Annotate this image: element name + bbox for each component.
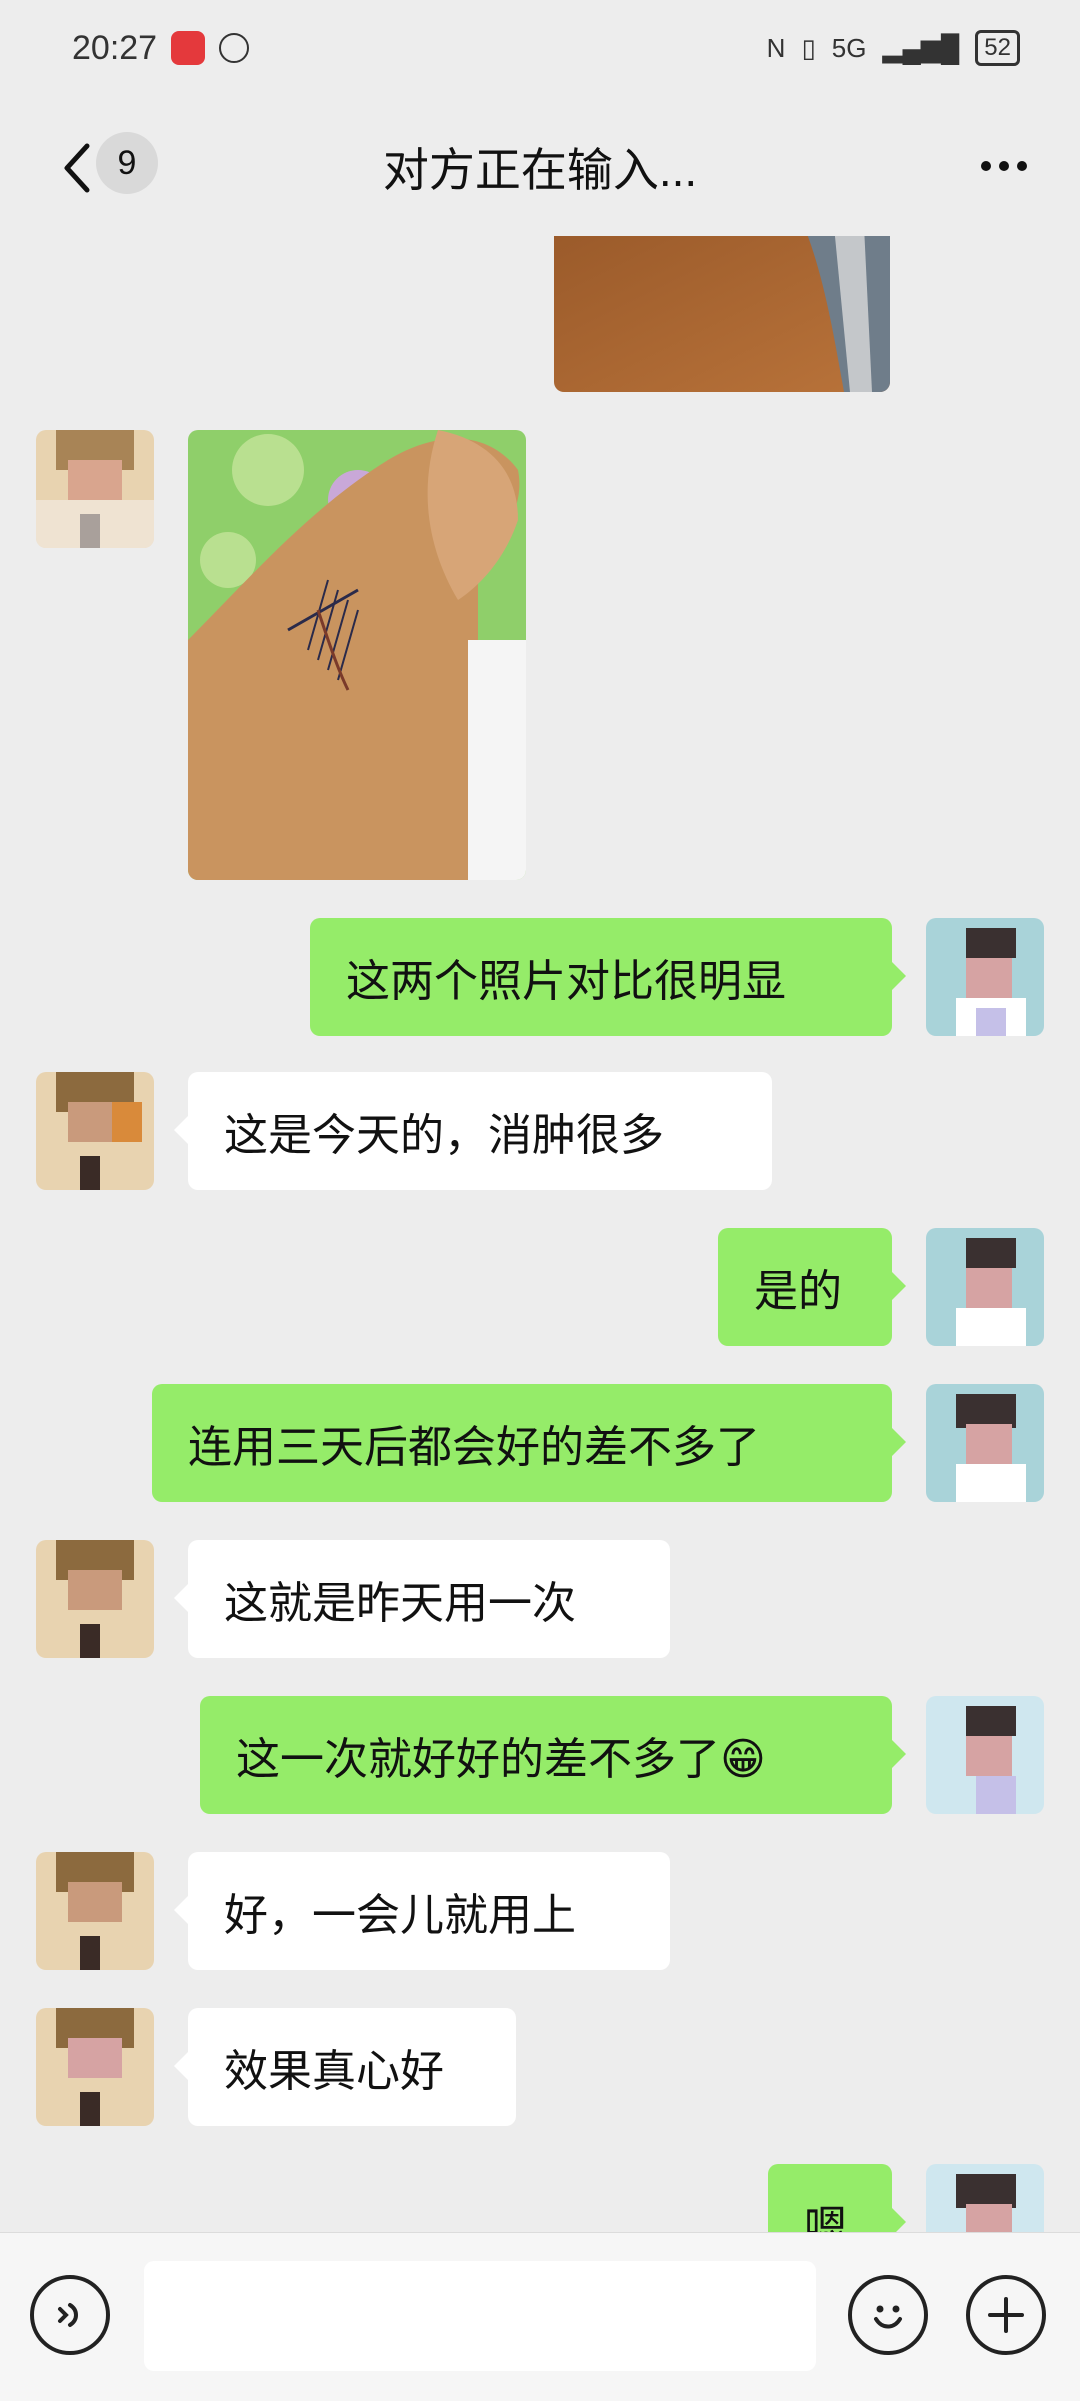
emoji-icon (874, 2305, 902, 2329)
status-bar: 20:27 N ▯ 5G ▂▄▆█ 52 (0, 0, 1080, 96)
my-avatar[interactable] (926, 2164, 1044, 2232)
voice-icon (58, 2303, 78, 2327)
blurred-avatar-image (36, 2008, 154, 2126)
contact-avatar[interactable] (36, 1852, 154, 1970)
nfc-icon: N (766, 32, 786, 63)
message-text: 嗯 (804, 2203, 848, 2232)
incoming-message[interactable]: 这就是昨天用一次 (174, 1540, 670, 1658)
chat-title: 对方正在输入... (382, 144, 698, 196)
message-text: 是的 (754, 1267, 842, 1316)
back-icon (64, 143, 90, 193)
network-label: 5G (831, 32, 867, 63)
contact-avatar[interactable] (36, 2008, 154, 2126)
contact-avatar[interactable] (36, 430, 154, 548)
outgoing-message[interactable]: 嗯 (768, 2164, 906, 2232)
plus-icon (988, 2297, 1024, 2333)
photo-message[interactable] (554, 236, 890, 392)
blurred-avatar-image (926, 1228, 1044, 1346)
my-avatar[interactable] (926, 918, 1044, 1036)
signal-icon: ▂▄▆█ (882, 32, 960, 63)
outgoing-message[interactable]: 这一次就好好的差不多了😁 (200, 1696, 906, 1814)
app-notification-icon (171, 31, 206, 65)
input-bar (0, 2232, 1080, 2401)
foot-stitches-photo (188, 430, 526, 880)
message-text: 好，一会儿就用上 (224, 1891, 576, 1940)
message-text: 效果真心好 (224, 2047, 444, 2096)
status-time: 20:27 (72, 28, 158, 67)
message-text: 这一次就好好的差不多了😁 (236, 1735, 766, 1784)
more-icon (981, 161, 991, 171)
outgoing-message[interactable]: 是的 (718, 1228, 906, 1346)
my-avatar[interactable] (926, 1228, 1044, 1346)
my-avatar[interactable] (926, 1696, 1044, 1814)
my-avatar[interactable] (926, 1384, 1044, 1502)
blurred-avatar-image (926, 1696, 1044, 1814)
unread-count-badge[interactable]: 9 (96, 132, 158, 194)
incoming-message[interactable]: 这是今天的，消肿很多 (174, 1072, 772, 1190)
blurred-avatar-image (36, 1072, 154, 1190)
blurred-avatar-image (36, 1540, 154, 1658)
blurred-avatar-image (36, 1852, 154, 1970)
emoji-button[interactable] (848, 2275, 928, 2355)
foot-photo (554, 236, 890, 392)
message-text: 这是今天的，消肿很多 (224, 1111, 664, 1160)
more-button[interactable] (964, 134, 1044, 198)
blurred-avatar-image (926, 2164, 1044, 2232)
message-text: 连用三天后都会好的差不多了 (188, 1423, 760, 1472)
blurred-avatar-image (36, 430, 154, 548)
vibrate-icon: ▯ (801, 32, 816, 63)
photo-message[interactable] (188, 430, 526, 880)
outgoing-message[interactable]: 连用三天后都会好的差不多了 (152, 1384, 906, 1502)
message-text: 这就是昨天用一次 (224, 1579, 576, 1628)
incoming-message[interactable]: 好，一会儿就用上 (174, 1852, 670, 1970)
message-text: 这两个照片对比很明显 (346, 957, 786, 1006)
outgoing-message[interactable]: 这两个照片对比很明显 (310, 918, 906, 1036)
voice-button[interactable] (30, 2275, 110, 2355)
blurred-avatar-image (926, 918, 1044, 1036)
more-actions-button[interactable] (966, 2275, 1046, 2355)
contact-avatar[interactable] (36, 1540, 154, 1658)
incoming-message[interactable]: 效果真心好 (174, 2008, 516, 2126)
gesture-icon (219, 33, 250, 63)
battery-icon: 52 (975, 30, 1020, 66)
message-list[interactable]: 这两个照片对比很明显 这是今天的，消肿很多 是的 连用三天后都会好的差不多了 这… (0, 236, 1080, 2232)
chat-header: 9 对方正在输入... (0, 96, 1080, 236)
message-input[interactable] (144, 2261, 816, 2371)
blurred-avatar-image (926, 1384, 1044, 1502)
contact-avatar[interactable] (36, 1072, 154, 1190)
